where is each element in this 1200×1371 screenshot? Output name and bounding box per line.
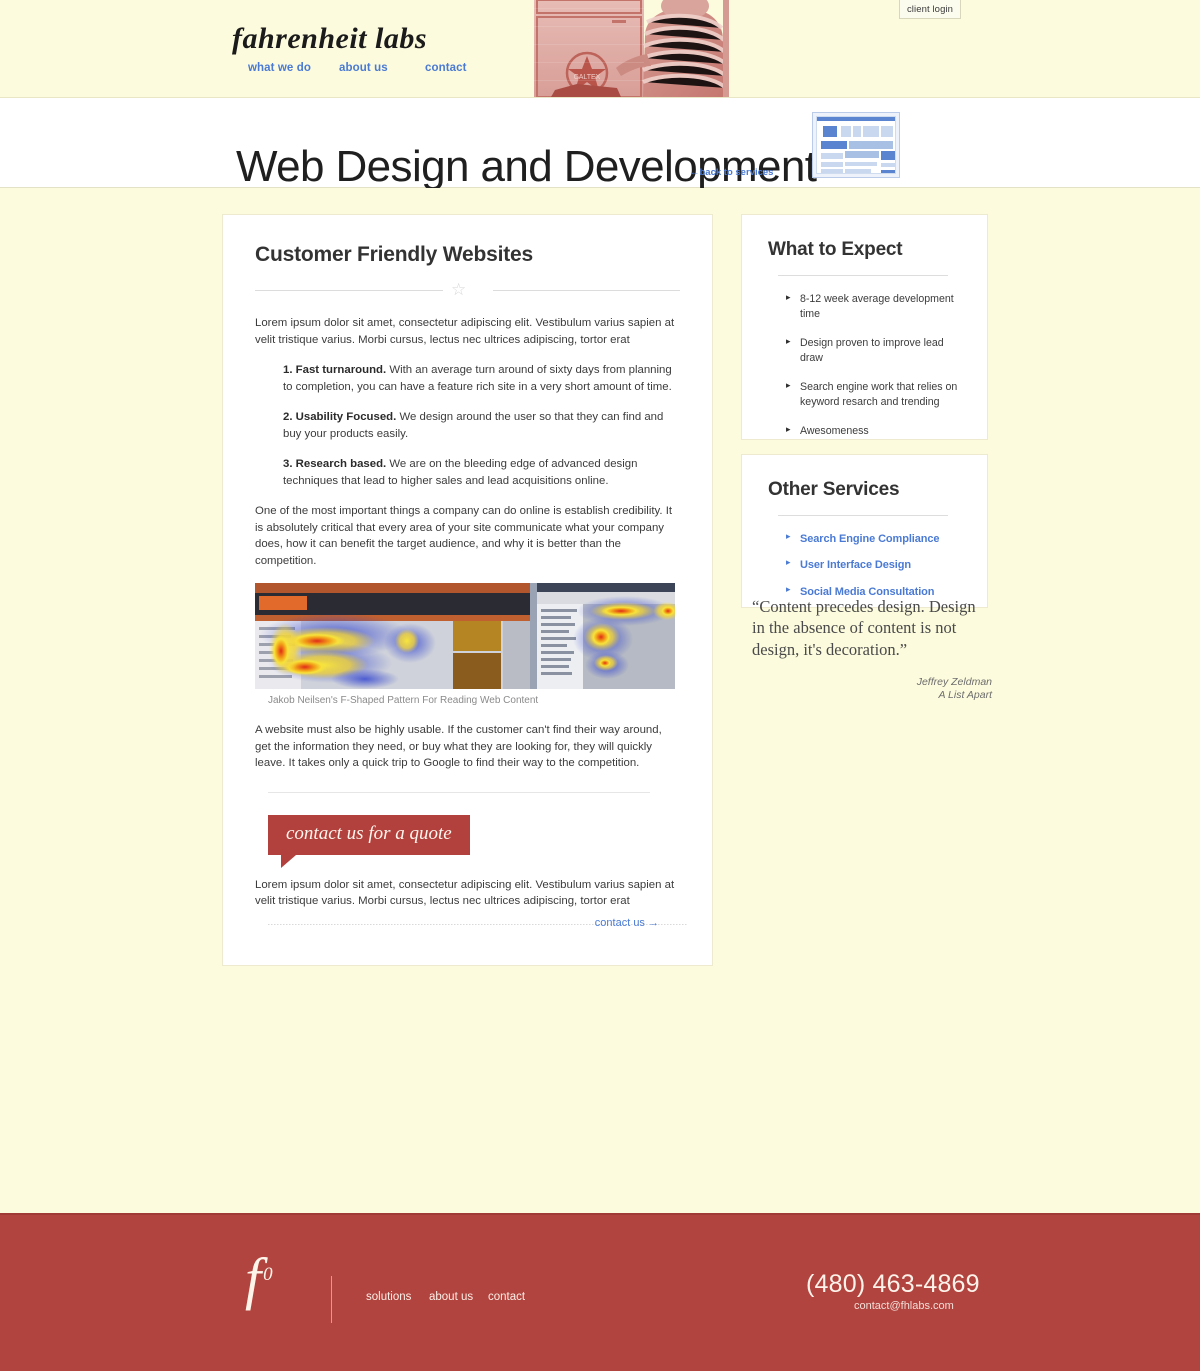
- triangle-bullet-icon: ▸: [786, 424, 791, 435]
- figure-heatmap: Jakob Neilsen's F-Shaped Pattern For Rea…: [255, 583, 680, 706]
- footer-logo-superscript: 0: [263, 1263, 273, 1285]
- what-to-expect-title: What to Expect: [768, 239, 903, 260]
- article-title: Customer Friendly Websites: [255, 243, 533, 266]
- footer-nav-about-us[interactable]: about us: [429, 1291, 488, 1303]
- what-to-expect-list: ▸ 8-12 week average development time ▸ D…: [768, 292, 961, 439]
- list-item-label: Design proven to improve lead draw: [800, 337, 944, 365]
- page-root: client login CALTEX fahrenheit labs what…: [0, 0, 1200, 1371]
- nav-item-about-us[interactable]: about us: [339, 62, 425, 74]
- site-logo[interactable]: fahrenheit labs: [232, 24, 427, 54]
- divider-line-right: [493, 290, 680, 291]
- list-item: ▸ 8-12 week average development time: [768, 292, 961, 322]
- triangle-bullet-icon: ▸: [786, 583, 791, 594]
- article-paragraph-3: A website must also be highly usable. If…: [255, 724, 662, 770]
- footer-nav-contact[interactable]: contact: [488, 1291, 525, 1303]
- service-link-search-engine-compliance[interactable]: Search Engine Compliance: [800, 533, 940, 545]
- list-item-label: Search engine work that relies on keywor…: [800, 381, 958, 409]
- back-to-services-link[interactable]: ←back to services: [690, 167, 773, 178]
- list-item: 2. Usability Focused. We design around t…: [283, 409, 680, 442]
- list-item: 1. Fast turnaround. With an average turn…: [283, 362, 680, 395]
- client-login-button[interactable]: client login: [899, 0, 961, 19]
- star-divider: ☆: [255, 280, 680, 299]
- point-lead: 2. Usability Focused.: [283, 411, 397, 424]
- list-item-label: 8-12 week average development time: [800, 293, 954, 321]
- pullquote-text: “Content precedes design. Design in the …: [752, 597, 976, 659]
- pullquote-source: A List Apart: [938, 688, 993, 701]
- page-title-bar: Web Design and Development ←back to serv…: [0, 98, 1200, 189]
- pullquote: “Content precedes design. Design in the …: [752, 596, 992, 702]
- service-link-user-interface-design[interactable]: User Interface Design: [800, 559, 911, 571]
- star-icon: ☆: [451, 280, 467, 299]
- site-header: client login CALTEX fahrenheit labs what…: [0, 0, 1200, 98]
- footer-phone: (480) 463-4869: [806, 1270, 980, 1298]
- footer-nav-solutions[interactable]: solutions: [366, 1291, 429, 1303]
- list-item[interactable]: ▸ User Interface Design: [768, 557, 961, 572]
- pullquote-author: Jeffrey Zeldman: [916, 675, 992, 688]
- article-points-list: 1. Fast turnaround. With an average turn…: [255, 362, 680, 489]
- point-lead: 1. Fast turnaround.: [283, 364, 387, 377]
- list-item: ▸ Search engine work that relies on keyw…: [768, 380, 961, 410]
- nav-item-contact[interactable]: contact: [425, 62, 467, 74]
- footer-logo[interactable]: f0: [245, 1250, 273, 1308]
- other-services-title: Other Services: [768, 479, 900, 500]
- footer-divider: [331, 1276, 332, 1323]
- list-item: ▸ Design proven to improve lead draw: [768, 336, 961, 366]
- list-item: ▸ Awesomeness: [768, 424, 961, 439]
- contact-us-for-quote-button[interactable]: contact us for a quote: [268, 814, 470, 868]
- list-item-label: Awesomeness: [800, 425, 869, 438]
- web-page-mockup-icon: [812, 112, 900, 178]
- other-services-list: ▸ Search Engine Compliance ▸ User Interf…: [768, 531, 961, 599]
- footer-logo-mark: f: [245, 1246, 262, 1311]
- triangle-bullet-icon: ▸: [786, 336, 791, 347]
- triangle-bullet-icon: ▸: [786, 531, 791, 541]
- divider-line-left: [255, 290, 443, 291]
- main-article-card: Customer Friendly Websites ☆ Lorem ipsum…: [222, 214, 713, 966]
- sidebar-divider: [778, 275, 948, 276]
- article-paragraph-4: Lorem ipsum dolor sit amet, consectetur …: [255, 878, 675, 908]
- footer-email[interactable]: contact@fhlabs.com: [854, 1300, 954, 1312]
- client-login-label: client login: [906, 3, 954, 15]
- footer-navigation: solutions about us contact: [366, 1291, 525, 1303]
- point-lead: 3. Research based.: [283, 458, 387, 471]
- sidebar-divider: [778, 515, 948, 516]
- section-divider: [268, 791, 650, 793]
- body-area: Customer Friendly Websites ☆ Lorem ipsum…: [0, 188, 1200, 1211]
- what-to-expect-card: What to Expect ▸ 8-12 week average devel…: [741, 214, 988, 440]
- other-services-card: Other Services ▸ Search Engine Complianc…: [741, 454, 988, 608]
- article-intro-paragraph: Lorem ipsum dolor sit amet, consectetur …: [255, 317, 675, 346]
- figure-caption: Jakob Neilsen's F-Shaped Pattern For Rea…: [268, 695, 539, 707]
- triangle-bullet-icon: ▸: [786, 292, 791, 302]
- list-item[interactable]: ▸ Search Engine Compliance: [768, 531, 961, 546]
- list-item: 3. Research based. We are on the bleedin…: [283, 456, 680, 489]
- triangle-bullet-icon: ▸: [786, 557, 791, 568]
- pullquote-attribution: Jeffrey Zeldman A List Apart: [752, 676, 992, 702]
- vintage-caltex-photo: CALTEX: [517, 0, 739, 97]
- triangle-bullet-icon: ▸: [786, 380, 791, 391]
- site-footer: [0, 1213, 1200, 1371]
- f-shaped-heatmap-image: [255, 583, 675, 690]
- nav-item-what-we-do[interactable]: what we do: [248, 62, 339, 74]
- contact-us-link[interactable]: contact us →: [255, 917, 680, 929]
- main-navigation: what we do about us contact: [248, 62, 467, 74]
- svg-text:CALTEX: CALTEX: [574, 74, 601, 81]
- site-logo-text: fahrenheit labs: [232, 22, 428, 55]
- article-paragraph-2: One of the most important things a compa…: [255, 505, 673, 567]
